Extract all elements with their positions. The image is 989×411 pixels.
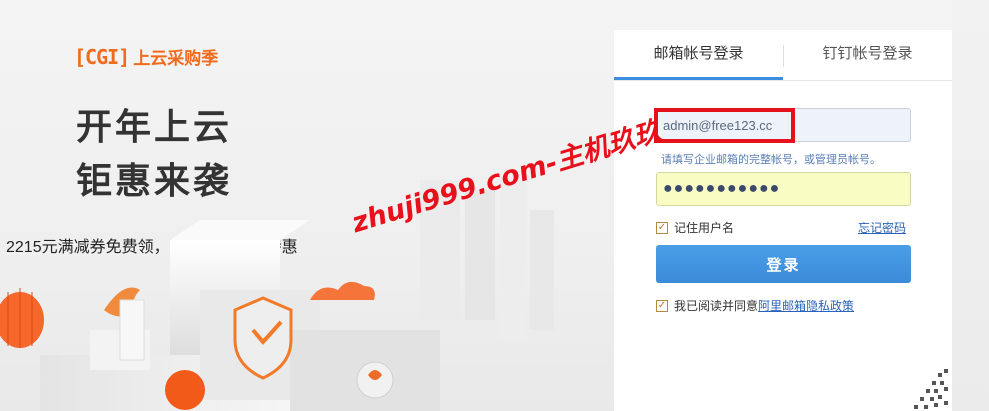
login-button[interactable]: 登录 xyxy=(656,245,911,283)
tab-email-login[interactable]: 邮箱帐号登录 xyxy=(614,30,783,80)
email-hint: 请填写企业邮箱的完整帐号，或管理员帐号。 xyxy=(661,154,881,166)
hero-title-line1: 开年上云 xyxy=(76,106,233,147)
qr-code-icon[interactable] xyxy=(904,363,952,411)
email-input[interactable] xyxy=(657,109,910,141)
password-input[interactable] xyxy=(657,173,910,205)
tab-dingtalk-login[interactable]: 钉钉帐号登录 xyxy=(783,30,952,80)
login-tabs: 邮箱帐号登录 钉钉帐号登录 xyxy=(614,30,952,81)
checkbox-checked-icon[interactable]: ✓ xyxy=(656,221,668,234)
brand-logo: [CGI] 上云采购季 xyxy=(74,44,218,69)
promo-hero: [CGI] 上云采购季 开年上云 钜惠来袭 2215元满减券免费领，百款产品专享… xyxy=(0,0,612,411)
checkbox-checked-icon[interactable]: ✓ xyxy=(656,299,668,312)
login-panel: 邮箱帐号登录 钉钉帐号登录 请填写企业邮箱的完整帐号，或管理员帐号。 ✓ 记住用… xyxy=(614,30,952,411)
privacy-policy-link[interactable]: 阿里邮箱隐私政策 xyxy=(758,297,854,314)
remember-username[interactable]: ✓ 记住用户名 xyxy=(656,219,734,236)
email-field-wrapper xyxy=(656,108,911,142)
tab-divider xyxy=(783,45,784,67)
agree-prefix: 我已阅读并同意 xyxy=(674,299,759,313)
password-field-wrapper xyxy=(656,172,911,206)
logo-mark: [CGI] xyxy=(74,44,130,69)
forgot-password-link[interactable]: 忘记密码 xyxy=(858,219,906,236)
remember-label: 记住用户名 xyxy=(674,221,735,235)
page-edge xyxy=(952,0,989,411)
logo-text: 上云采购季 xyxy=(133,49,219,68)
hero-illustration xyxy=(0,180,554,411)
privacy-agreement[interactable]: ✓ 我已阅读并同意 阿里邮箱隐私政策 xyxy=(656,297,854,314)
